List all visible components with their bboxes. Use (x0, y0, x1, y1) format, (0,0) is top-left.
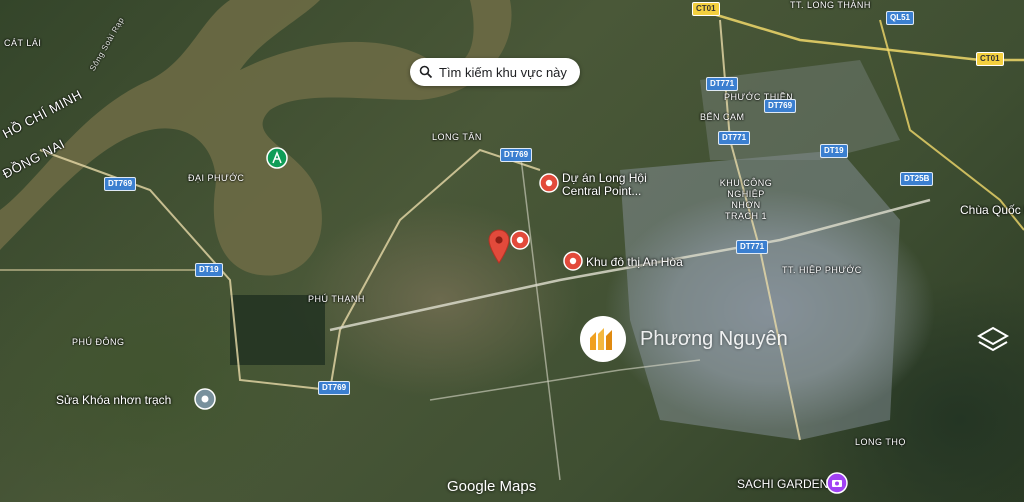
camera-icon[interactable] (826, 472, 848, 494)
label-chua-quoc-khai-tuong: Chùa Quốc Khải Tường (960, 204, 1024, 217)
search-label: Tìm kiếm khu vực này (439, 64, 567, 80)
road-shield-dt25b: DT25B (900, 172, 934, 186)
search-this-area-button[interactable]: Tìm kiếm khu vực này (410, 58, 580, 86)
road-shield-ct01: CT01 (692, 2, 720, 16)
google-maps-attribution: Google Maps (447, 478, 537, 495)
label-long-tan: LONG TÂN (432, 132, 482, 142)
watermark-logo (580, 316, 626, 362)
label-dai-phuoc: ĐẠI PHƯỚC (188, 173, 245, 183)
label-tt-long-thanh: TT. LONG THÀNH (790, 0, 871, 10)
place-pin-icon[interactable] (563, 251, 583, 273)
road-vertical (519, 149, 561, 481)
label-phu-dong: PHÚ ĐÔNG (72, 337, 125, 347)
reservoir (230, 295, 325, 365)
label-long-tho: LONG THỌ (855, 437, 906, 447)
park-icon[interactable] (266, 147, 288, 169)
road-shield-dt769: DT769 (318, 381, 351, 395)
road-shield-dt769: DT769 (500, 148, 533, 162)
road-shield-ql51: QL51 (886, 11, 915, 25)
place-pin-icon[interactable] (510, 230, 530, 252)
label-phu-thanh: PHÚ THẠNH (308, 294, 365, 304)
label-khu-cong-nghiep: KHU CÔNG NGHIỆP NHƠN TRẠCH 1 (719, 178, 773, 221)
poi-du-an-label[interactable]: Dự án Long Hội Central Point... (562, 172, 654, 198)
label-tt-hiep-phuoc: TT. HIỆP PHƯỚC (782, 265, 862, 275)
label-ben-cam: BẾN CAM (700, 112, 745, 122)
urban-area (700, 60, 900, 160)
place-pin-icon[interactable] (539, 173, 559, 195)
road-shield-dt771: DT771 (706, 77, 739, 91)
road-shield-ct01: CT01 (976, 52, 1004, 66)
satellite-map[interactable]: Tìm kiếm khu vực này CÁT LÁI TT. LONG TH… (0, 0, 1024, 502)
road-shield-dt771: DT771 (718, 131, 751, 145)
selected-location-pin-icon[interactable] (488, 229, 510, 265)
layers-icon[interactable] (974, 322, 1012, 360)
road-shield-dt19: DT19 (195, 263, 223, 277)
place-gray-icon[interactable] (194, 388, 216, 410)
road-shield-dt769: DT769 (764, 99, 797, 113)
road-shield-dt769: DT769 (104, 177, 137, 191)
watermark: Phương Nguyên (580, 316, 788, 362)
label-cat-lai: CÁT LÁI (4, 38, 42, 48)
road-shield-dt19: DT19 (820, 144, 848, 158)
brand-logo-icon (590, 328, 612, 350)
poi-sachi-garden-label[interactable]: SACHI GARDEN (737, 478, 828, 491)
road-shield-dt771: DT771 (736, 240, 769, 254)
poi-sua-khoa-label[interactable]: Sửa Khóa nhơn trạch (56, 394, 171, 407)
poi-khu-do-thi-label[interactable]: Khu đô thị An Hòa (586, 256, 683, 269)
watermark-brand: Phương Nguyên (640, 327, 788, 350)
search-icon (419, 65, 433, 79)
